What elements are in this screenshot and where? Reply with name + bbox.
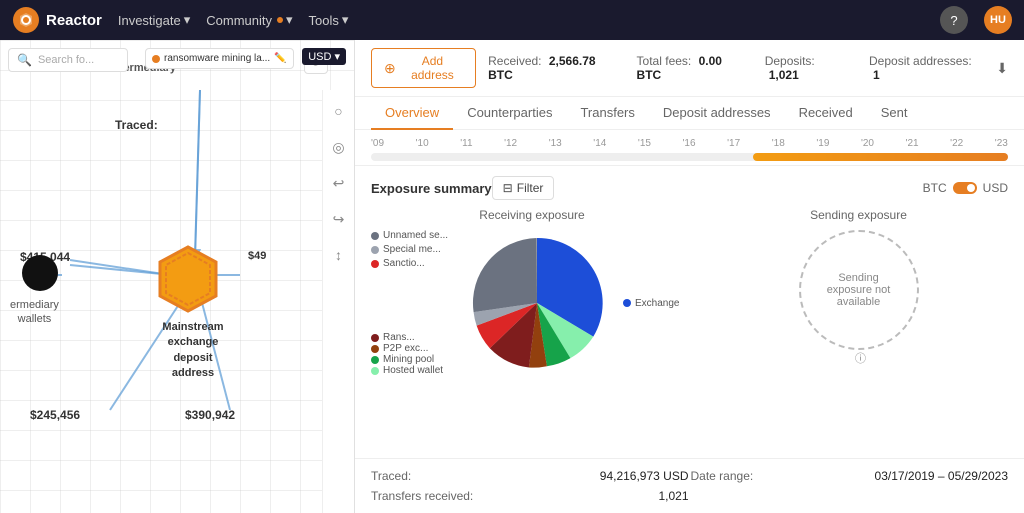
graph-panel: Intermediary Traced: $415,044 $49 $245,4… xyxy=(0,40,355,513)
search-input[interactable]: 🔍 Search fo... xyxy=(8,48,128,72)
fees-stat: Total fees: 0.00 BTC xyxy=(637,54,741,82)
pie-chart-svg xyxy=(467,233,607,373)
add-address-button[interactable]: ⊕ Add address xyxy=(371,48,476,88)
label-sanctio: Sanctio... xyxy=(371,258,451,269)
pie-wrapper: Unnamed se... Special me... Sanctio... xyxy=(371,230,693,376)
deposit-addresses-stat: Deposit addresses: 1 xyxy=(869,54,976,82)
help-button[interactable]: ? xyxy=(940,6,968,34)
exposure-area: Exposure summary ⊟ Filter BTC USD xyxy=(355,166,1024,458)
circle-tool[interactable]: ○ xyxy=(326,98,352,124)
exposure-title: Exposure summary xyxy=(371,181,492,196)
timeline: '09 '10 '11 '12 '13 '14 '15 '16 '17 '18 … xyxy=(355,130,1024,166)
nav-investigate[interactable]: Investigate ▾ xyxy=(118,12,190,28)
received-stat: Received: 2,566.78 BTC xyxy=(488,54,612,82)
hex-node[interactable] xyxy=(158,245,218,316)
timeline-labels: '09 '10 '11 '12 '13 '14 '15 '16 '17 '18 … xyxy=(371,138,1008,149)
edit-icon[interactable]: ✏️ xyxy=(274,53,286,64)
receiving-title: Receiving exposure xyxy=(371,208,693,222)
date-range-row: Date range: 03/17/2019 – 05/29/2023 xyxy=(691,467,1009,485)
tab-counterparties[interactable]: Counterparties xyxy=(453,97,566,130)
toggle-switch[interactable] xyxy=(953,182,977,194)
app-logo[interactable]: Reactor xyxy=(12,6,102,34)
sending-title: Sending exposure xyxy=(709,208,1008,222)
download-button[interactable]: ⬇ xyxy=(996,60,1008,77)
node-value-5: $390,942 xyxy=(185,408,235,422)
main-layout: Intermediary Traced: $415,044 $49 $245,4… xyxy=(0,40,1024,513)
address-text: ransomware mining la... xyxy=(164,53,270,64)
label-rans: Rans... xyxy=(371,332,451,343)
sending-unavailable-wrap: Sending exposure not available ⓘ xyxy=(709,230,1008,366)
label-special: Special me... xyxy=(371,244,451,255)
info-icon: ⓘ xyxy=(855,350,866,366)
undo-tool[interactable]: ↩ xyxy=(326,170,352,196)
node-value-4: $245,456 xyxy=(30,408,80,422)
tab-sent[interactable]: Sent xyxy=(867,97,922,130)
node-value-3: $49 xyxy=(248,250,266,262)
charts-row: Receiving exposure Unnamed se... Special… xyxy=(371,208,1008,376)
label-hosted: Hosted wallet xyxy=(371,365,451,376)
currency-badge[interactable]: USD ▾ xyxy=(302,48,346,65)
tools-strip: ○ ◎ ↩ ↪ ↕ xyxy=(322,90,354,513)
btc-usd-toggle[interactable]: BTC USD xyxy=(923,181,1008,195)
left-circle-node[interactable] xyxy=(22,255,58,291)
target-tool[interactable]: ◎ xyxy=(326,134,352,160)
community-dot xyxy=(277,17,283,23)
label-p2p: P2P exc... xyxy=(371,343,451,354)
pie-left-labels: Unnamed se... Special me... Sanctio... xyxy=(371,230,451,376)
tab-received[interactable]: Received xyxy=(785,97,867,130)
bottom-stats: Traced: 94,216,973 USD Date range: 03/17… xyxy=(355,458,1024,513)
node-value-1: Traced: xyxy=(115,118,158,132)
right-header: ⊕ Add address Received: 2,566.78 BTC Tot… xyxy=(355,40,1024,97)
tab-overview[interactable]: Overview xyxy=(371,97,453,130)
app-name: Reactor xyxy=(46,12,102,29)
right-panel: ⊕ Add address Received: 2,566.78 BTC Tot… xyxy=(355,40,1024,513)
address-dot xyxy=(152,55,160,63)
label-unnamed: Unnamed se... xyxy=(371,230,451,241)
transfers-row: Transfers received: 1,021 xyxy=(371,487,689,505)
timeline-fill xyxy=(753,153,1008,161)
traced-row: Traced: 94,216,973 USD xyxy=(371,467,689,485)
receiving-chart: Receiving exposure Unnamed se... Special… xyxy=(371,208,693,376)
main-node-label: Mainstreamexchangedepositaddress xyxy=(158,320,228,382)
intermediary-wallets-label: ermediarywallets xyxy=(10,298,59,327)
dashed-circle: Sending exposure not available xyxy=(799,230,919,350)
label-mining: Mining pool xyxy=(371,354,451,365)
deposits-stat: Deposits: 1,021 xyxy=(765,54,845,82)
top-nav: Reactor Investigate ▾ Community ▾ Tools … xyxy=(0,0,1024,40)
label-exchange: Exchange xyxy=(623,298,693,309)
stats-grid: Received: 2,566.78 BTC Total fees: 0.00 … xyxy=(488,54,976,82)
tabs-bar: Overview Counterparties Transfers Deposi… xyxy=(355,97,1024,130)
graph-canvas[interactable]: Intermediary Traced: $415,044 $49 $245,4… xyxy=(0,40,354,513)
address-tag[interactable]: ransomware mining la... ✏️ xyxy=(145,48,294,69)
tab-deposit-addresses[interactable]: Deposit addresses xyxy=(649,97,785,130)
search-bar: 🔍 Search fo... xyxy=(8,48,128,72)
redo-tool[interactable]: ↪ xyxy=(326,206,352,232)
filter-button[interactable]: ⊟ Filter xyxy=(492,176,555,200)
nav-tools[interactable]: Tools ▾ xyxy=(309,12,349,28)
sending-chart: Sending exposure Sending exposure not av… xyxy=(709,208,1008,366)
timeline-track[interactable] xyxy=(371,153,1008,161)
nav-community[interactable]: Community ▾ xyxy=(206,12,292,28)
exposure-header: Exposure summary ⊟ Filter BTC USD xyxy=(371,176,1008,200)
avatar[interactable]: HU xyxy=(984,6,1012,34)
sort-tool[interactable]: ↕ xyxy=(326,242,352,268)
tab-transfers[interactable]: Transfers xyxy=(566,97,648,130)
pie-right-labels: Exchange xyxy=(623,298,693,309)
